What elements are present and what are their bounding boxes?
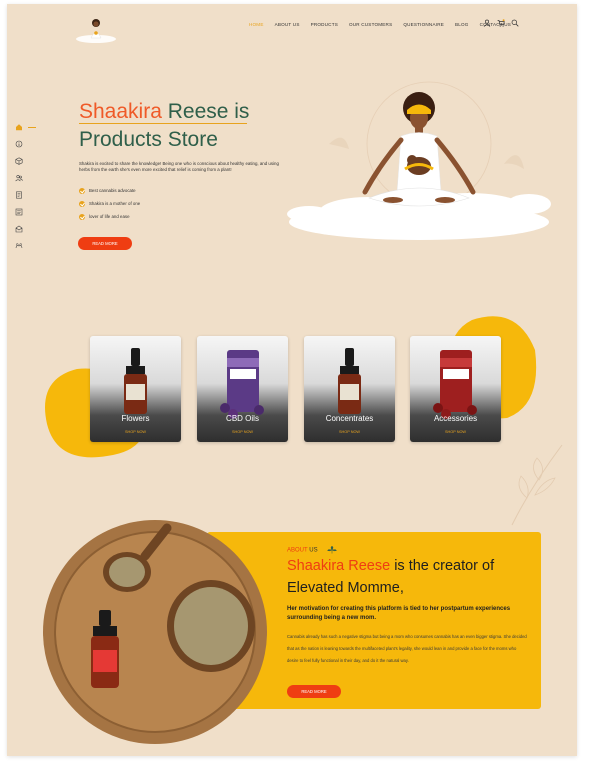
sidebar-item-customers[interactable]	[15, 173, 25, 183]
product-card-title: Concentrates	[325, 414, 374, 423]
cannabis-leaf-icon	[327, 546, 338, 554]
hero-title-rest: Reese is	[161, 100, 250, 123]
check-icon	[79, 200, 85, 207]
nav-home[interactable]: HOME	[249, 22, 264, 27]
list-item-label: Best cannabis advocate	[89, 188, 136, 193]
header-icons	[483, 19, 519, 27]
list-item-label: Shakira is a mother of one	[89, 201, 141, 206]
main-nav: HOME ABOUT US PRODUCTS OUR CUSTOMERS QUE…	[249, 22, 511, 27]
sidebar-item-about[interactable]	[15, 139, 25, 149]
sidebar-item-questionnaire[interactable]	[15, 190, 25, 200]
home-icon	[16, 124, 22, 131]
product-card-title: CBD Oils	[226, 414, 259, 423]
about-title-name: Shaakira Reese	[287, 558, 391, 574]
questionnaire-icon	[16, 191, 22, 199]
user-icon[interactable]	[483, 19, 491, 27]
about-kicker-orange: ABOUT	[287, 547, 308, 554]
shop-now-link[interactable]: SHOP NOW	[304, 430, 395, 434]
nav-questionnaire[interactable]: QUESTIONNAIRE	[403, 22, 444, 27]
nav-about-us[interactable]: ABOUT US	[275, 22, 300, 27]
hero-feature-list: Best cannabis advocate Shakira is a moth…	[79, 184, 140, 223]
product-card-flowers[interactable]: Flowers SHOP NOW	[90, 336, 181, 442]
shop-now-link[interactable]: SHOP NOW	[90, 430, 181, 434]
leaf-line-decoration	[511, 444, 563, 526]
about-kicker: ABOUT US	[287, 546, 338, 554]
blog-icon	[15, 208, 23, 216]
sidebar-item-contact[interactable]	[15, 224, 25, 234]
check-icon	[79, 213, 85, 220]
page: HOME ABOUT US PRODUCTS OUR CUSTOMERS QUE…	[7, 4, 577, 756]
info-icon	[15, 140, 23, 148]
product-card-title: Flowers	[121, 414, 150, 423]
hero-read-more-button[interactable]: READ MORE	[78, 237, 132, 250]
search-icon[interactable]	[511, 19, 519, 27]
customers-icon	[15, 174, 23, 182]
product-card-concentrates[interactable]: Concentrates SHOP NOW	[304, 336, 395, 442]
check-icon	[79, 187, 85, 194]
about-title: Shaakira Reese is the creator of Elevate…	[287, 555, 537, 599]
list-item-label: lover of life and ease	[89, 214, 130, 219]
sidebar-item-blog[interactable]	[15, 207, 25, 217]
list-item: lover of life and ease	[79, 210, 140, 223]
nav-products[interactable]: PRODUCTS	[311, 22, 338, 27]
hero-title: Shaakira Reese is Products Store	[79, 98, 249, 154]
about-read-more-button[interactable]: READ MORE	[287, 685, 341, 698]
shop-now-link[interactable]: SHOP NOW	[410, 430, 501, 434]
sidebar-active-indicator	[28, 127, 36, 128]
contact-icon	[15, 225, 23, 233]
meditating-mother-illustration	[287, 81, 551, 240]
cart-icon[interactable]	[497, 19, 505, 27]
about-body: Cannabis already has such a negative sti…	[287, 634, 527, 663]
sidebar-item-home[interactable]	[15, 122, 25, 132]
sidebar-item-products[interactable]	[15, 156, 25, 166]
nav-blog[interactable]: BLOG	[455, 22, 469, 27]
product-card-title: Accessories	[433, 414, 478, 423]
nav-our-customers[interactable]: OUR CUSTOMERS	[349, 22, 392, 27]
hero-description: Shakira is excited to share the knowledg…	[79, 161, 279, 173]
about-kicker-dark: US	[307, 547, 318, 554]
hemp-seed-bowl-illustration	[43, 520, 267, 744]
list-item: Best cannabis advocate	[79, 184, 140, 197]
hero-title-name: Shaakira	[79, 100, 162, 123]
product-card-accessories[interactable]: Accessories SHOP NOW	[410, 336, 501, 442]
shop-now-link[interactable]: SHOP NOW	[197, 430, 288, 434]
hero-underline	[79, 123, 247, 124]
about-subtitle: Her motivation for creating this platfor…	[287, 606, 511, 621]
sidebar-rail	[15, 122, 25, 251]
mother-baby-logo-icon	[76, 19, 116, 43]
list-item: Shakira is a mother of one	[79, 197, 140, 210]
product-card-cbd-oils[interactable]: CBD Oils SHOP NOW	[197, 336, 288, 442]
sidebar-item-testimonials[interactable]	[15, 241, 25, 251]
testimonials-icon	[15, 243, 23, 249]
hero-title-line2: Products Store	[79, 128, 218, 151]
logo[interactable]	[73, 14, 119, 44]
products-icon	[15, 157, 23, 165]
